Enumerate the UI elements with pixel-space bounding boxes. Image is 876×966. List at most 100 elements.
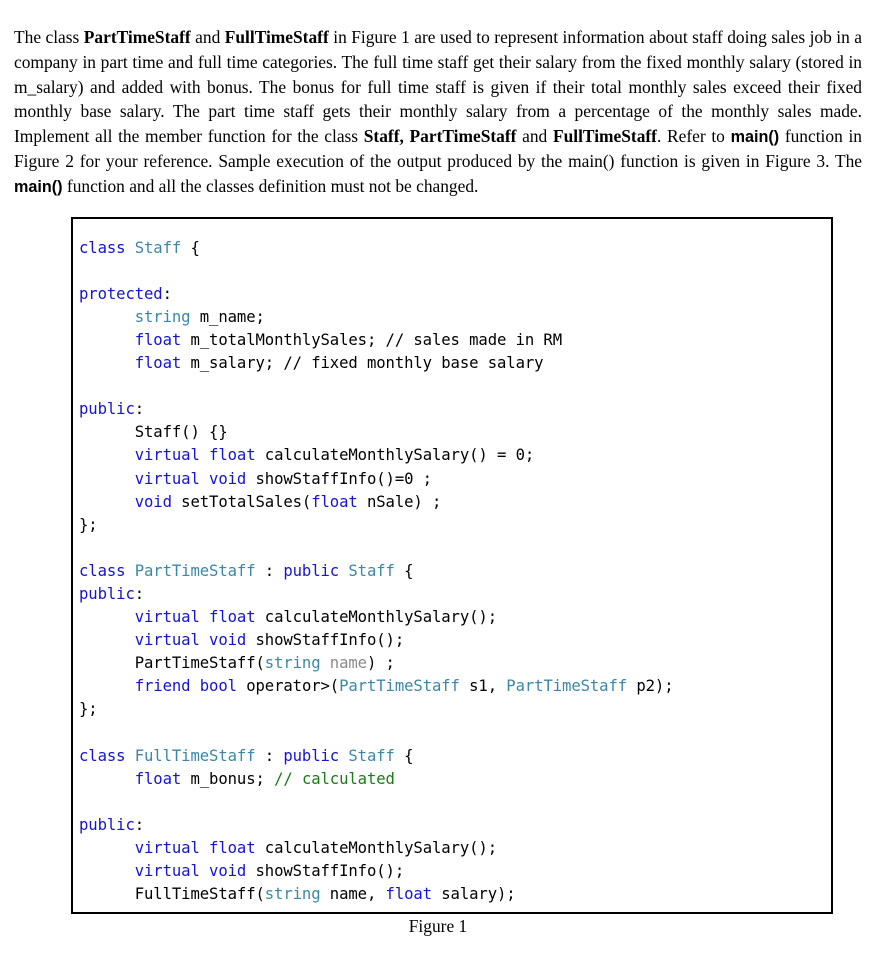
code-token-kw: class <box>79 746 135 765</box>
code-line: virtual void showStaffInfo(); <box>79 860 674 883</box>
code-token-pln <box>79 839 135 857</box>
code-token-kw: class <box>79 561 135 580</box>
code-token-pln: m_bonus; <box>181 769 275 788</box>
code-line: virtual void showStaffInfo(); <box>79 629 674 652</box>
code-token-pln: p2); <box>627 677 674 696</box>
intro-emphasis-run: FullTimeStaff <box>224 27 329 48</box>
code-token-pln: calculateMonthlySalary() = 0; <box>255 446 535 465</box>
code-token-pln <box>79 608 135 626</box>
code-token-kw: float <box>209 839 256 858</box>
code-token-pln <box>79 470 135 488</box>
code-token-pln <box>79 631 135 649</box>
intro-emphasis-run: main() <box>14 177 63 196</box>
code-token-pln: nSale) ; <box>357 492 442 511</box>
code-figure-box: class Staff { protected: string m_name; … <box>71 217 833 914</box>
code-token-pln: ) ; <box>366 654 395 673</box>
code-token-cmt: // sales made in RM <box>385 330 563 349</box>
code-token-pln: }; <box>79 515 98 534</box>
code-line: public: <box>79 583 674 606</box>
code-token-kw: friend <box>134 677 200 696</box>
code-line: Staff() {} <box>79 421 674 444</box>
code-token-kw: void <box>209 862 247 881</box>
code-token-pln: showStaffInfo()=0 ; <box>246 469 432 488</box>
code-token-pln: calculateMonthlySalary(); <box>255 608 497 627</box>
code-token-pln <box>79 331 135 349</box>
intro-text-run: The class <box>14 27 84 48</box>
code-line: float m_salary; // fixed monthly base sa… <box>79 352 674 375</box>
code-token-pln: m_name; <box>190 307 265 326</box>
code-token-pln: Staff() {} <box>79 423 228 442</box>
code-token-cmtg: // calculated <box>274 769 395 788</box>
code-token-kw: void <box>209 631 247 650</box>
code-token-kw: float <box>134 769 182 788</box>
code-token-kw: void <box>209 469 247 488</box>
code-line: class FullTimeStaff : public Staff { <box>79 745 674 768</box>
code-token-kw: float <box>311 492 358 511</box>
code-line: string m_name; <box>79 306 674 329</box>
code-token-pln: setTotalSales( <box>171 492 312 511</box>
code-token-kw: void <box>134 492 172 511</box>
code-token-kw: virtual <box>134 839 210 858</box>
code-line: protected: <box>79 283 674 306</box>
code-token-pln <box>79 677 135 695</box>
intro-text-run: and <box>190 27 225 48</box>
code-token-cmt: // fixed monthly base salary <box>283 354 544 373</box>
code-line: public: <box>79 398 674 421</box>
code-token-pln: m_salary; <box>181 354 284 373</box>
code-token-pln: { <box>190 238 200 257</box>
code-token-typ: Staff <box>348 746 405 765</box>
code-line: virtual void showStaffInfo()=0 ; <box>79 468 674 491</box>
code-token-pln: showStaffInfo(); <box>246 862 405 881</box>
code-line: float m_bonus; // calculated <box>79 768 674 791</box>
code-token-kw: public <box>79 585 135 603</box>
code-token-typ: PartTimeStaff <box>339 677 460 696</box>
code-token-kw: float <box>209 446 256 465</box>
code-token-pln: name, <box>320 885 386 904</box>
code-token-pln <box>321 654 330 672</box>
code-line: friend bool operator>(PartTimeStaff s1, … <box>79 675 674 698</box>
code-line: virtual float calculateMonthlySalary() =… <box>79 444 674 467</box>
code-token-typ: Staff <box>348 561 405 580</box>
code-token-pln <box>79 770 135 788</box>
code-token-kw: virtual <box>134 608 210 627</box>
code-line: void setTotalSales(float nSale) ; <box>79 491 674 514</box>
code-token-kw: protected <box>79 284 163 303</box>
code-token-pln: : <box>134 585 145 603</box>
code-token-kw: public <box>283 561 349 580</box>
code-token-pln: salary); <box>431 885 516 904</box>
code-line: FullTimeStaff(string name, float salary)… <box>79 883 674 906</box>
intro-paragraph: The class PartTimeStaff and FullTimeStaf… <box>14 25 862 199</box>
code-token-pln: operator>( <box>236 677 340 696</box>
code-token-kw: virtual <box>134 446 210 465</box>
code-token-pln: showStaffInfo(); <box>246 631 405 650</box>
code-token-kw: float <box>134 354 182 373</box>
code-token-pln: : <box>134 815 145 834</box>
code-token-pln: { <box>404 561 414 580</box>
figure-caption: Figure 1 <box>408 916 468 936</box>
code-token-par: name <box>329 654 367 673</box>
code-token-pln <box>79 493 135 511</box>
intro-text-run: and <box>516 125 553 146</box>
code-token-typ: PartTimeStaff <box>134 561 265 580</box>
code-token-pln <box>79 862 135 880</box>
code-line: float m_totalMonthlySales; // sales made… <box>79 329 674 352</box>
code-token-kw: class <box>79 238 135 257</box>
code-token-kw: float <box>134 330 182 349</box>
code-token-typ: Staff <box>134 238 191 257</box>
code-token-typ: string <box>134 307 191 326</box>
code-token-pln <box>79 446 135 464</box>
code-token-pln: s1, <box>459 677 507 696</box>
code-token-kw: public <box>283 746 349 765</box>
code-token-pln: calculateMonthlySalary(); <box>255 839 497 858</box>
code-token-typ: PartTimeStaff <box>506 677 628 696</box>
code-token-kw: virtual <box>134 631 210 650</box>
code-line: }; <box>79 698 674 721</box>
code-token-pln: : <box>134 400 145 419</box>
code-token-pln: : <box>162 284 172 303</box>
